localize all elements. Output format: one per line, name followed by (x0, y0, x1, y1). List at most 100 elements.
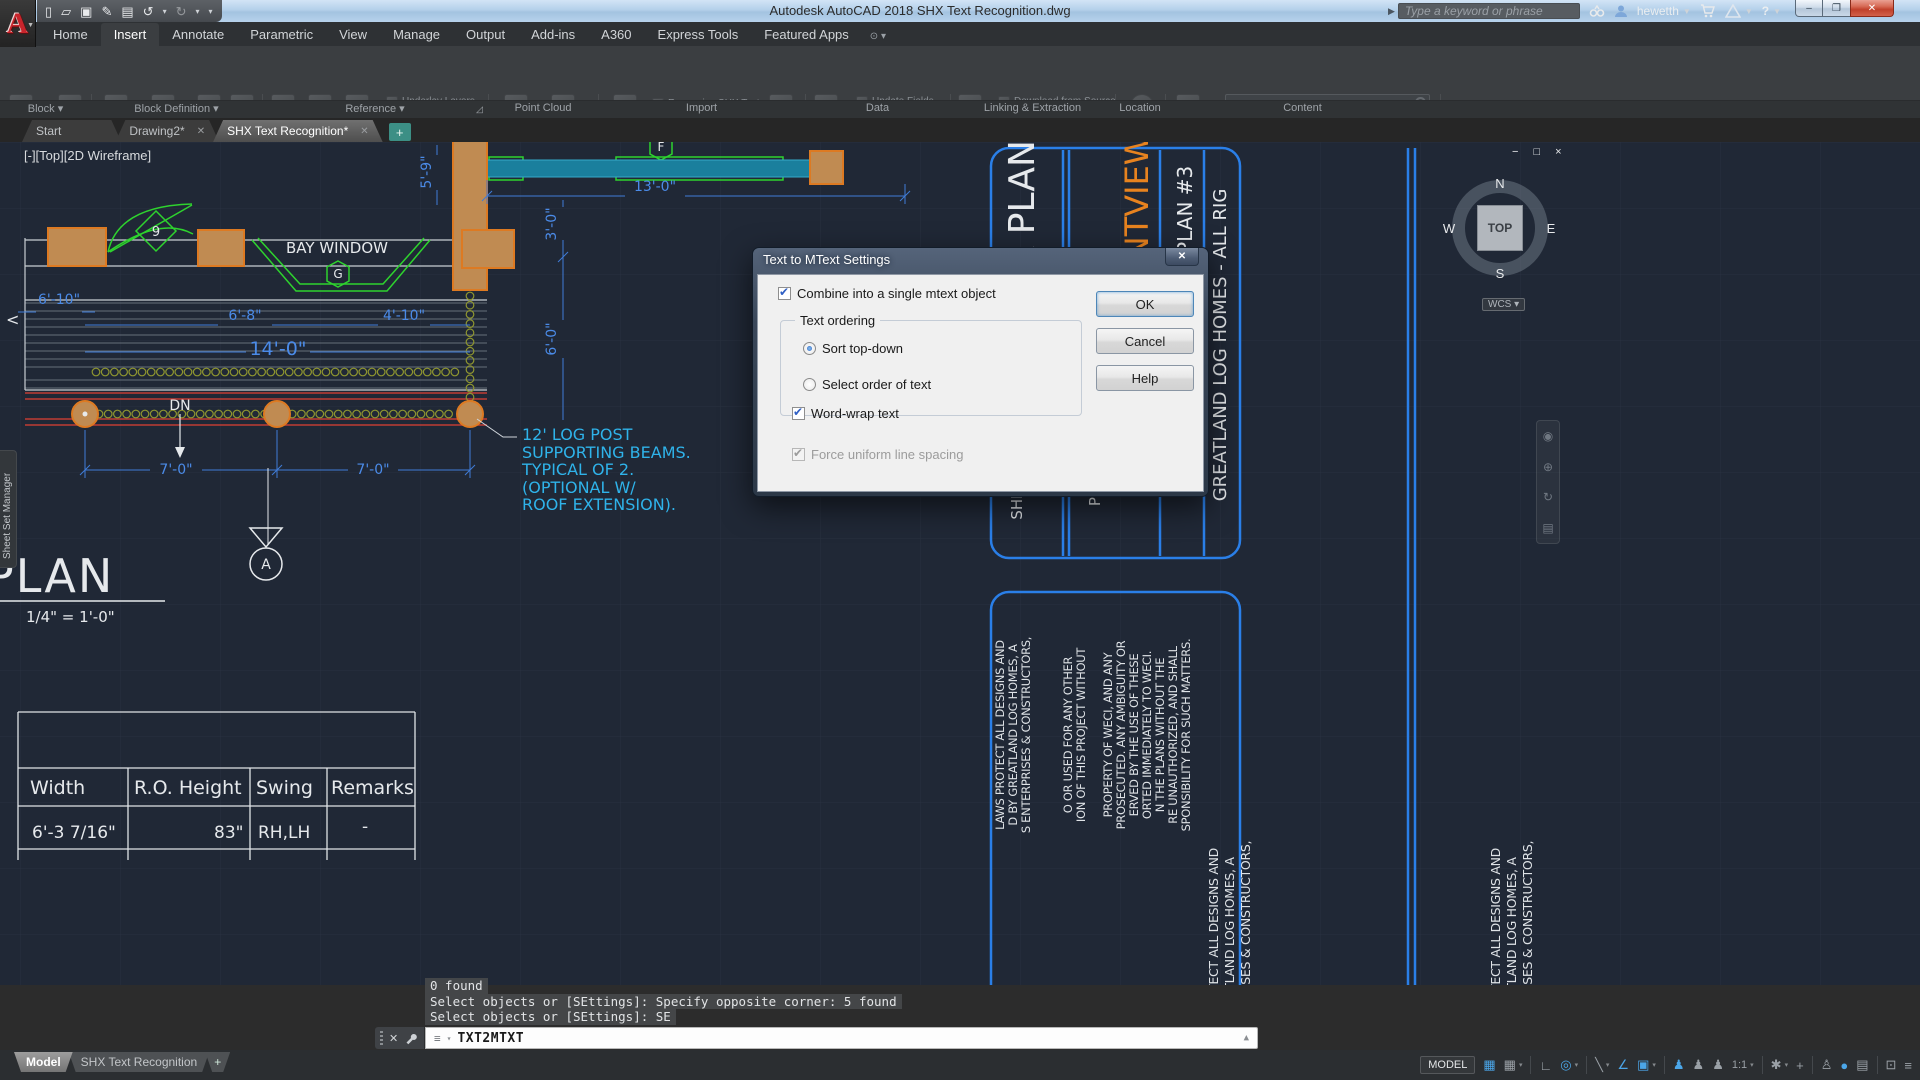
customization-menu-icon[interactable]: ≡ (1904, 1058, 1912, 1073)
navwheel-icon[interactable]: ◉ (1543, 429, 1553, 443)
tab-annotate[interactable]: Annotate (159, 23, 237, 46)
sheet-set-manager-tab[interactable]: Sheet Set Manager (0, 450, 17, 568)
new-drawing-tab-button[interactable]: + (389, 123, 411, 141)
model-space-badge[interactable]: MODEL (1420, 1056, 1475, 1074)
plot-icon[interactable]: ▤ (121, 5, 133, 18)
panel-data[interactable]: Data (805, 102, 950, 114)
new-file-icon[interactable]: ▯ (45, 5, 52, 18)
panel-block-definition[interactable]: Block Definition ▾ (91, 102, 262, 115)
file-tab-start[interactable]: Start (22, 120, 121, 142)
word-wrap-checkbox[interactable]: Word-wrap text (792, 406, 899, 421)
save-icon[interactable]: ▣ (80, 5, 92, 18)
dialog-close-button[interactable]: ✕ (1165, 248, 1199, 266)
compass-north[interactable]: N (1493, 176, 1507, 191)
application-menu-button[interactable]: A▼ (0, 0, 36, 47)
tab-output[interactable]: Output (453, 23, 518, 46)
snap-mode-icon[interactable]: ▦ (1504, 1057, 1516, 1073)
tab-parametric[interactable]: Parametric (237, 23, 326, 46)
tab-home[interactable]: Home (40, 23, 101, 46)
ok-button[interactable]: OK (1096, 291, 1194, 317)
tab-addins[interactable]: Add-ins (518, 23, 588, 46)
open-file-icon[interactable]: ▱ (61, 5, 71, 18)
panel-reference[interactable]: Reference ▾ (262, 102, 488, 115)
compass-south[interactable]: S (1493, 266, 1507, 281)
help-button[interactable]: Help (1096, 365, 1194, 391)
panel-linking[interactable]: Linking & Extraction (950, 102, 1115, 114)
tab-featured-apps[interactable]: Featured Apps (751, 23, 862, 46)
layout-tab-shx[interactable]: SHX Text Recognition (69, 1052, 210, 1072)
qat-menu-icon[interactable]: ▾ (209, 7, 213, 16)
panel-location[interactable]: Location (1115, 102, 1165, 114)
panel-point-cloud[interactable]: Point Cloud (488, 102, 598, 114)
minimize-button[interactable]: – (1795, 0, 1823, 17)
annotation-scale-icon[interactable]: ♟ (1712, 1057, 1724, 1073)
viewcube-top-face[interactable]: TOP (1477, 205, 1523, 251)
command-close-icon[interactable]: ✕ (389, 1032, 398, 1045)
app-store-cart-icon[interactable] (1700, 4, 1716, 18)
command-dropdown-icon[interactable]: ▾ (447, 1034, 452, 1043)
recent-commands-icon[interactable]: ≡ (434, 1032, 441, 1045)
restore-button[interactable]: ❐ (1823, 0, 1850, 17)
drawing-window-controls[interactable]: − □ × (1512, 146, 1568, 158)
compass-west[interactable]: W (1442, 221, 1456, 236)
redo-dropdown-icon[interactable]: ▾ (195, 7, 199, 16)
ortho-mode-icon[interactable]: ∟ (1539, 1058, 1552, 1073)
combine-mtext-checkbox[interactable]: Combine into a single mtext object (778, 286, 996, 301)
help-dropdown-icon[interactable]: ▼ (1773, 7, 1781, 16)
customize-wrench-icon[interactable] (404, 1032, 417, 1045)
orbit-icon[interactable]: ▤ (1542, 521, 1553, 535)
tab-manage[interactable]: Manage (380, 23, 453, 46)
wcs-menu[interactable]: WCS ▾ (1482, 298, 1525, 311)
zoom-icon[interactable]: ↻ (1543, 490, 1553, 504)
annotation-visibility-icon[interactable]: ♟ (1673, 1057, 1685, 1073)
quick-properties-icon[interactable]: ♙ (1821, 1057, 1833, 1073)
cancel-button[interactable]: Cancel (1096, 328, 1194, 354)
help-icon[interactable]: ? (1762, 4, 1769, 18)
signin-username[interactable]: hewetth (1637, 4, 1679, 18)
fullscreen-icon[interactable]: ⊡ (1886, 1057, 1897, 1073)
panel-content[interactable]: Content (1165, 102, 1440, 114)
radio-selected-icon[interactable] (803, 342, 816, 355)
isometric-drafting-icon[interactable]: ╲ (1595, 1057, 1603, 1073)
a360-dropdown-icon[interactable]: ▼ (1745, 7, 1753, 16)
viewcube[interactable]: N E S W TOP (1452, 180, 1548, 276)
viewport-controls[interactable]: [-][Top][2D Wireframe] (24, 148, 151, 163)
new-layout-button[interactable]: + (205, 1052, 230, 1072)
clean-screen-icon[interactable]: ● (1840, 1058, 1848, 1073)
panel-import[interactable]: Import (598, 102, 805, 114)
ribbon-display-toggle-icon[interactable]: ⊙ ▾ (862, 27, 894, 46)
sort-top-down-radio[interactable]: Sort top-down (803, 341, 903, 356)
polar-tracking-icon[interactable]: ◎ (1560, 1057, 1571, 1073)
history-expand-icon[interactable]: ▲ (1244, 1033, 1249, 1043)
command-bar-grip[interactable]: ✕ (375, 1027, 425, 1049)
grid-display-icon[interactable]: ▦ (1483, 1057, 1495, 1073)
radio-unselected-icon[interactable] (803, 378, 816, 391)
close-button[interactable]: ✕ (1850, 0, 1894, 17)
user-dropdown-icon[interactable]: ▼ (1683, 7, 1691, 16)
select-order-radio[interactable]: Select order of text (803, 377, 931, 392)
reference-dialog-launcher-icon[interactable]: ◿ (476, 104, 483, 115)
layout-tab-model[interactable]: Model (14, 1052, 73, 1072)
object-snap-tracking-icon[interactable]: ∠ (1617, 1057, 1629, 1073)
tab-view[interactable]: View (326, 23, 380, 46)
redo-icon[interactable]: ↻ (176, 5, 187, 18)
graphics-performance-icon[interactable]: ▤ (1856, 1057, 1868, 1073)
undo-dropdown-icon[interactable]: ▾ (163, 7, 167, 16)
infocenter-search-input[interactable]: Type a keyword or phrase (1398, 3, 1580, 19)
close-tab-icon[interactable]: ✕ (360, 126, 368, 137)
annotation-monitor-icon[interactable]: + (1796, 1058, 1804, 1073)
panel-block[interactable]: Block ▾ (0, 102, 91, 115)
object-snap-icon[interactable]: ▣ (1637, 1057, 1649, 1073)
command-input[interactable]: ≡ ▾ TXT2MTXT ▲ (425, 1027, 1258, 1049)
file-tab-drawing2[interactable]: Drawing2* ✕ (115, 120, 219, 142)
tab-a360[interactable]: A360 (588, 23, 644, 46)
autoscale-icon[interactable]: ♟ (1693, 1057, 1705, 1073)
compass-east[interactable]: E (1544, 221, 1558, 236)
a360-icon[interactable] (1725, 4, 1741, 18)
undo-icon[interactable]: ↺ (143, 5, 154, 18)
save-as-icon[interactable]: ✎ (101, 5, 112, 18)
tab-express-tools[interactable]: Express Tools (645, 23, 752, 46)
workspace-switching-icon[interactable]: ✱ (1771, 1057, 1782, 1073)
tab-insert[interactable]: Insert (101, 23, 160, 46)
file-tab-shx-text-recognition[interactable]: SHX Text Recognition* ✕ (213, 120, 383, 142)
